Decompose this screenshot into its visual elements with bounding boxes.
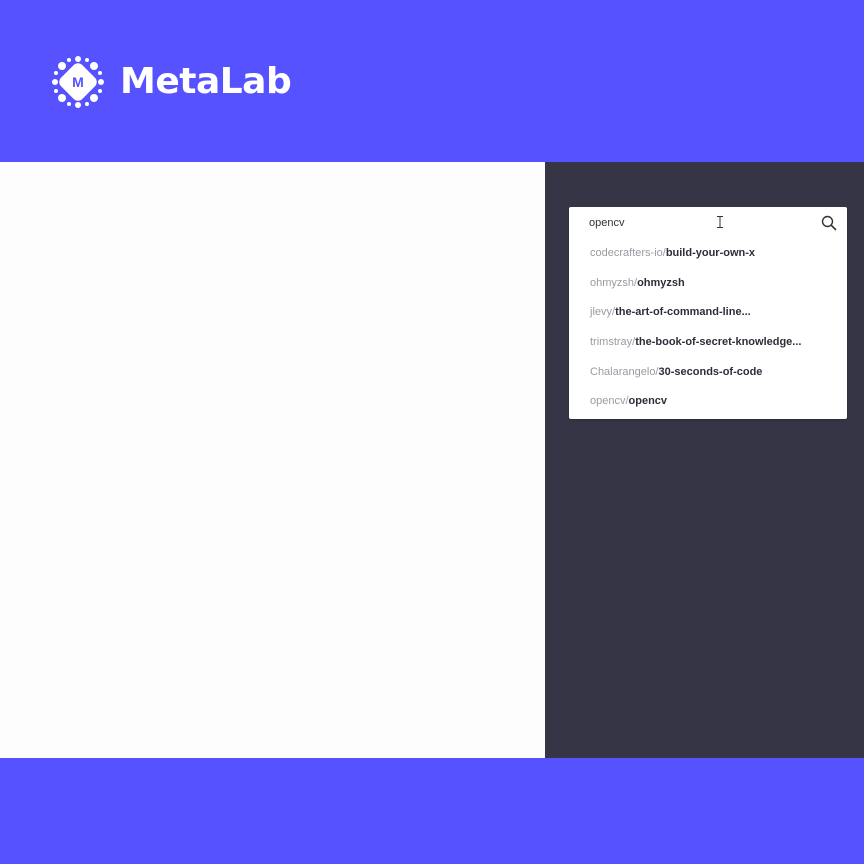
main-canvas — [0, 162, 545, 758]
search-dropdown: codecrafters-io/build-your-own-x ohmyzsh… — [569, 207, 847, 420]
result-repo: opencv — [628, 395, 668, 408]
result-owner: ohmyzsh/ — [590, 276, 638, 289]
metalab-logo-icon: M — [52, 56, 104, 108]
result-owner: opencv/ — [590, 395, 629, 408]
search-result-item[interactable]: Chalarangelo/30-seconds-of-code — [569, 358, 847, 388]
search-input[interactable] — [589, 213, 809, 233]
metalab-logo: M MetaLab — [50, 54, 292, 110]
result-repo: 30-seconds-of-code — [658, 365, 763, 378]
result-repo: the-art-of-command-line... — [615, 306, 751, 319]
app-window: codecrafters-io/build-your-own-x ohmyzsh… — [0, 162, 864, 758]
sidebar-panel: codecrafters-io/build-your-own-x ohmyzsh… — [545, 162, 864, 758]
result-owner: trimstray/ — [590, 336, 636, 349]
result-repo: build-your-own-x — [665, 247, 756, 259]
result-repo: ohmyzsh — [637, 276, 685, 289]
result-owner: codecrafters-io/ — [590, 247, 666, 259]
search-result-item[interactable]: codecrafters-io/build-your-own-x — [569, 239, 847, 269]
header-banner: M MetaLab — [0, 0, 864, 162]
brand-name: MetaLab — [120, 61, 292, 102]
search-results-list: codecrafters-io/build-your-own-x ohmyzsh… — [569, 239, 847, 419]
logo-mark-letter: M — [72, 74, 84, 90]
footer-banner — [0, 758, 864, 864]
search-result-item[interactable]: jlevy/the-art-of-command-line... — [569, 298, 847, 328]
text-cursor-icon — [717, 216, 723, 228]
result-owner: jlevy/ — [590, 306, 616, 319]
search-result-item[interactable]: ohmyzsh/ohmyzsh — [569, 269, 847, 299]
search-result-item[interactable]: trimstray/the-book-of-secret-knowledge..… — [569, 328, 847, 358]
search-bar — [569, 207, 847, 239]
result-repo: the-book-of-secret-knowledge... — [635, 336, 802, 349]
search-icon[interactable] — [821, 215, 837, 231]
search-result-item[interactable]: opencv/opencv — [569, 387, 847, 417]
result-owner: Chalarangelo/ — [590, 365, 659, 378]
page: M MetaLab codecrafters-io — [0, 0, 864, 864]
